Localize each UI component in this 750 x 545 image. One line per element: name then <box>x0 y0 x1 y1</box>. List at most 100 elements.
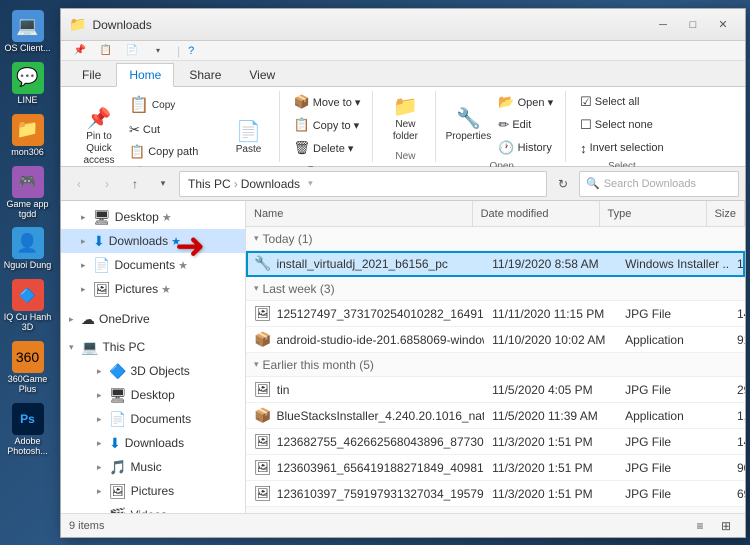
copy-to-button[interactable]: 📋Copy to ▾ <box>290 114 364 136</box>
file-icon-tin: 🖼 <box>254 381 272 398</box>
ribbon-group-organize: 📦Move to ▾ 📋Copy to ▾ 🗑Delete ▾ ✏Rename … <box>282 91 374 162</box>
sidebar-item-pictures[interactable]: ▸ 🖼 Pictures ★ <box>61 277 245 301</box>
search-box[interactable]: 🔍 Search Downloads <box>579 171 739 197</box>
explorer-window: 📁 Downloads ─ □ ✕ 📌 📋 📄 ▾ | ? File Home … <box>60 8 746 538</box>
cut-button[interactable]: ✂Cut <box>125 119 223 141</box>
file-icon-img2: 🖼 <box>254 433 272 450</box>
close-button[interactable]: ✕ <box>709 14 737 36</box>
file-column-headers: Name Date modified Type Size <box>246 201 745 227</box>
minimize-button[interactable]: ─ <box>649 14 677 36</box>
invert-selection-button[interactable]: ↕Invert selection <box>576 137 667 159</box>
select-all-button[interactable]: ☑Select all <box>576 91 643 113</box>
header-size[interactable]: Size <box>707 201 745 226</box>
nav-back-button[interactable]: ‹ <box>67 172 91 196</box>
pin-quick-access-button[interactable]: 📌 Pin to Quickaccess <box>77 110 121 166</box>
header-name[interactable]: Name <box>246 201 473 226</box>
move-to-button[interactable]: 📦Move to ▾ <box>290 91 365 113</box>
sidebar-item-documents2[interactable]: ▸ 📄 Documents <box>61 407 245 431</box>
table-row[interactable]: 🖼 tin 11/5/2020 4:05 PM JPG File 29 K <box>246 377 745 403</box>
paste-button[interactable]: 📄 Paste <box>227 110 271 166</box>
desktop-icon-os-client[interactable]: 💻 OS Client... <box>3 10 53 54</box>
section-earlier-month[interactable]: ▾ Earlier this month (5) <box>246 353 745 377</box>
desktop-icon-mon306[interactable]: 📁 mon306 <box>3 114 53 158</box>
address-path[interactable]: This PC › Downloads ▾ <box>179 171 547 197</box>
sidebar-item-3d-objects[interactable]: ▸ 🔷 3D Objects <box>61 359 245 383</box>
large-icons-view-button[interactable]: ⊞ <box>715 517 737 535</box>
nav-recent-button[interactable]: ▾ <box>151 172 175 196</box>
sidebar-item-documents[interactable]: ▸ 📄 Documents ★ <box>61 253 245 277</box>
status-bar: 9 items ≡ ⊞ <box>61 513 745 537</box>
qa-dropdown-button[interactable]: ▾ <box>147 42 169 60</box>
ribbon-group-open: 🔧 Properties 📂Open ▾ ✏Edit 🕐History Open <box>438 91 566 162</box>
file-list: ▾ Today (1) 🔧 install_virtualdj_2021_b61… <box>246 227 745 513</box>
sidebar-item-downloads2[interactable]: ▸ ⬇ Downloads <box>61 431 245 455</box>
table-row[interactable]: 🖼 125127497_373170254010282_1649154498..… <box>246 301 745 327</box>
qa-pin-button[interactable]: 📌 <box>69 42 91 60</box>
qa-help-button[interactable]: ? <box>188 45 194 57</box>
path-downloads[interactable]: Downloads <box>241 177 300 191</box>
details-view-button[interactable]: ≡ <box>689 517 711 535</box>
maximize-button[interactable]: □ <box>679 14 707 36</box>
path-this-pc[interactable]: This PC <box>188 177 231 191</box>
desktop-icon-game-app[interactable]: 🎮 Game app tgdd <box>3 166 53 220</box>
tab-file[interactable]: File <box>69 63 114 86</box>
file-icon-android-studio: 📦 <box>254 331 271 348</box>
main-content: ▸ 🖥 Desktop ★ ▸ ⬇ Downloads ★ ▸ 📄 Docume… <box>61 201 745 513</box>
section-last-week[interactable]: ▾ Last week (3) <box>246 277 745 301</box>
sidebar-item-pictures2[interactable]: ▸ 🖼 Pictures <box>61 479 245 503</box>
select-none-button[interactable]: ☐Select none <box>576 114 657 136</box>
file-icon-img3: 🖼 <box>254 459 272 476</box>
address-bar: ‹ › ↑ ▾ This PC › Downloads ▾ ↻ 🔍 Search… <box>61 167 745 201</box>
desktop-icon-nguoi-dung[interactable]: 👤 Nguoi Dung <box>3 227 53 271</box>
ribbon-tabs: File Home Share View <box>61 61 745 87</box>
sidebar-item-desktop2[interactable]: ▸ 🖥 Desktop <box>61 383 245 407</box>
table-row[interactable]: 📦 BlueStacksInstaller_4.240.20.1016_nati… <box>246 403 745 429</box>
sidebar-item-desktop[interactable]: ▸ 🖥 Desktop ★ <box>61 205 245 229</box>
refresh-button[interactable]: ↻ <box>551 172 575 196</box>
file-icon-img1: 🖼 <box>254 305 272 322</box>
desktop-icon-line[interactable]: 💬 LINE <box>3 62 53 106</box>
items-count: 9 items <box>69 520 104 532</box>
properties-button[interactable]: 🔧 Properties <box>446 97 490 153</box>
ribbon-group-clipboard: 📌 Pin to Quickaccess 📋 Copy ✂Cut 📋Copy p… <box>69 91 280 162</box>
history-button[interactable]: 🕐History <box>494 137 557 159</box>
open-button[interactable]: 📂Open ▾ <box>494 91 557 113</box>
qa-copy-button[interactable]: 📋 <box>95 42 117 60</box>
table-row[interactable]: 🖼 123682755_462662568043896_8773039184..… <box>246 429 745 455</box>
delete-button[interactable]: 🗑Delete ▾ <box>290 137 358 159</box>
ribbon-panel: 📌 Pin to Quickaccess 📋 Copy ✂Cut 📋Copy p… <box>61 87 745 167</box>
desktop-icon-360game[interactable]: 360 360Game Plus <box>3 341 53 395</box>
table-row[interactable]: 🖼 123603961_656419188271849_4098198623..… <box>246 455 745 481</box>
desktop-icon-adobe-ps[interactable]: Ps Adobe Photosh... <box>3 403 53 457</box>
nav-forward-button[interactable]: › <box>95 172 119 196</box>
quick-access-toolbar: 📌 📋 📄 ▾ | ? <box>61 41 745 61</box>
table-row[interactable]: 📦 android-studio-ide-201.6858069-windows… <box>246 327 745 353</box>
tab-home[interactable]: Home <box>116 63 174 87</box>
header-date-modified[interactable]: Date modified <box>473 201 600 226</box>
sidebar-item-onedrive[interactable]: ▸ ☁ OneDrive <box>61 307 245 331</box>
ribbon-group-new: 📁 Newfolder New <box>375 91 436 162</box>
copy-button[interactable]: 📋 Copy <box>125 91 223 119</box>
sidebar-item-downloads[interactable]: ▸ ⬇ Downloads ★ <box>61 229 245 253</box>
header-type[interactable]: Type <box>600 201 707 226</box>
qa-paste-button[interactable]: 📄 <box>121 42 143 60</box>
sidebar-item-music[interactable]: ▸ 🎵 Music <box>61 455 245 479</box>
section-today[interactable]: ▾ Today (1) <box>246 227 745 251</box>
desktop-icons-panel: 💻 OS Client... 💬 LINE 📁 mon306 🎮 Game ap… <box>0 0 55 545</box>
sidebar-item-this-pc[interactable]: ▾ 💻 This PC <box>61 335 245 359</box>
desktop-icon-iq-cu-hanh[interactable]: 🔷 IQ Cu Hanh 3D <box>3 279 53 333</box>
title-bar-buttons: ─ □ ✕ <box>649 14 737 36</box>
copy-path-button[interactable]: 📋Copy path <box>125 141 223 163</box>
nav-up-button[interactable]: ↑ <box>123 172 147 196</box>
title-bar: 📁 Downloads ─ □ ✕ <box>61 9 745 41</box>
tab-share[interactable]: Share <box>176 63 234 86</box>
table-row[interactable]: 🖼 123610397_759197931327034_1957915148..… <box>246 481 745 507</box>
tab-view[interactable]: View <box>236 63 288 86</box>
file-pane: Name Date modified Type Size ▾ Today (1)… <box>246 201 745 513</box>
edit-button[interactable]: ✏Edit <box>494 114 557 136</box>
view-buttons: ≡ ⊞ <box>689 517 737 535</box>
file-icon-img4: 🖼 <box>254 485 272 502</box>
new-folder-button[interactable]: 📁 Newfolder <box>383 92 427 148</box>
table-row[interactable]: 🔧 install_virtualdj_2021_b6156_pc 11/19/… <box>246 251 745 277</box>
sidebar-item-videos[interactable]: ▸ 🎬 Videos <box>61 503 245 513</box>
